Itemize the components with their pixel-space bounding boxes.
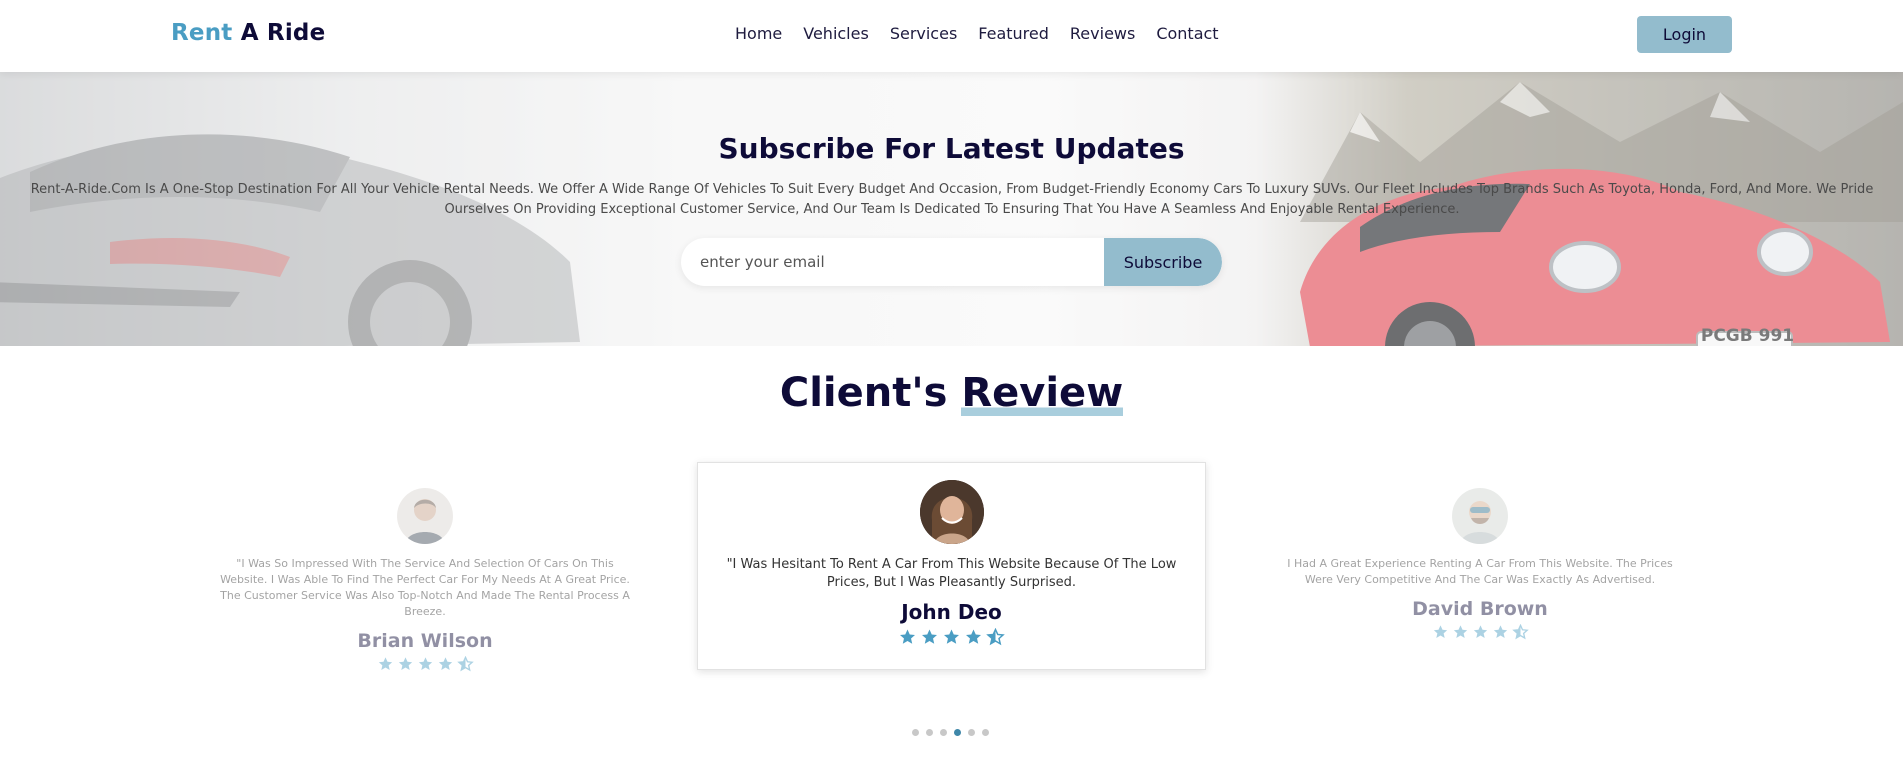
- star-half-icon: [1511, 624, 1529, 640]
- nav-home[interactable]: Home: [735, 24, 782, 43]
- star-icon: [1433, 625, 1447, 638]
- main-nav: Home Vehicles Services Featured Reviews …: [735, 24, 1219, 43]
- review-card-john[interactable]: "I Was Hesitant To Rent A Car From This …: [697, 462, 1206, 670]
- star-rating: [698, 628, 1205, 646]
- reviewer-name: David Brown: [1412, 598, 1548, 620]
- star-icon: [418, 657, 432, 670]
- subscribe-button[interactable]: Subscribe: [1104, 238, 1222, 286]
- star-half-icon: [456, 656, 474, 672]
- reviewer-name: John Deo: [901, 600, 1002, 624]
- review-quote: "I Was Hesitant To Rent A Car From This …: [726, 557, 1177, 590]
- nav-vehicles[interactable]: Vehicles: [803, 24, 869, 43]
- person-icon: [919, 480, 984, 544]
- star-icon: [1453, 625, 1467, 638]
- review-quote: I Had A Great Experience Renting A Car F…: [1287, 557, 1673, 586]
- carousel-dot[interactable]: [912, 729, 919, 736]
- reviews-title: Client's Review: [0, 370, 1903, 416]
- reviews-title-part1: Client's: [779, 370, 962, 416]
- logo-a-ride: A Ride: [240, 20, 326, 46]
- subscribe-description: Rent-A-Ride.Com Is A One-Stop Destinatio…: [30, 182, 1874, 217]
- star-icon: [1473, 625, 1487, 638]
- carousel-dot[interactable]: [982, 729, 989, 736]
- star-icon: [398, 657, 412, 670]
- star-half-icon: [986, 628, 1005, 646]
- login-button[interactable]: Login: [1637, 16, 1732, 53]
- person-icon: [405, 499, 445, 544]
- avatar: [1452, 488, 1508, 544]
- carousel-dot[interactable]: [926, 729, 933, 736]
- avatar: [397, 488, 453, 544]
- reviewer-name: Brian Wilson: [357, 630, 493, 652]
- carousel-dot[interactable]: [940, 729, 947, 736]
- star-icon: [922, 629, 937, 644]
- avatar: [919, 480, 984, 544]
- star-rating: [1260, 624, 1700, 640]
- star-icon: [1493, 625, 1507, 638]
- reviews-title-underlined: Review: [961, 370, 1124, 416]
- carousel-dot[interactable]: [968, 729, 975, 736]
- nav-reviews[interactable]: Reviews: [1070, 24, 1135, 43]
- star-rating: [205, 656, 645, 672]
- star-icon: [944, 629, 959, 644]
- top-navbar: Rent A Ride Home Vehicles Services Featu…: [0, 0, 1903, 72]
- subscribe-hero: PCGB 991 Subscribe For Latest Updates Re…: [0, 72, 1903, 346]
- star-icon: [966, 629, 981, 644]
- review-card-brian[interactable]: "I Was So Impressed With The Service And…: [205, 488, 645, 672]
- subscribe-form: Subscribe: [681, 238, 1222, 286]
- carousel-dot-active[interactable]: [954, 729, 961, 736]
- nav-contact[interactable]: Contact: [1156, 24, 1218, 43]
- subscribe-title: Subscribe For Latest Updates: [718, 132, 1185, 165]
- site-logo[interactable]: Rent A Ride: [171, 20, 325, 46]
- review-card-david[interactable]: I Had A Great Experience Renting A Car F…: [1260, 488, 1700, 640]
- person-icon: [1460, 501, 1500, 544]
- star-icon: [378, 657, 392, 670]
- star-icon: [900, 629, 915, 644]
- nav-services[interactable]: Services: [890, 24, 957, 43]
- email-input[interactable]: [681, 238, 1104, 286]
- review-quote: "I Was So Impressed With The Service And…: [220, 557, 630, 618]
- star-icon: [438, 657, 452, 670]
- logo-rent: Rent: [171, 20, 233, 46]
- carousel-pagination: [912, 729, 989, 736]
- nav-featured[interactable]: Featured: [978, 24, 1049, 43]
